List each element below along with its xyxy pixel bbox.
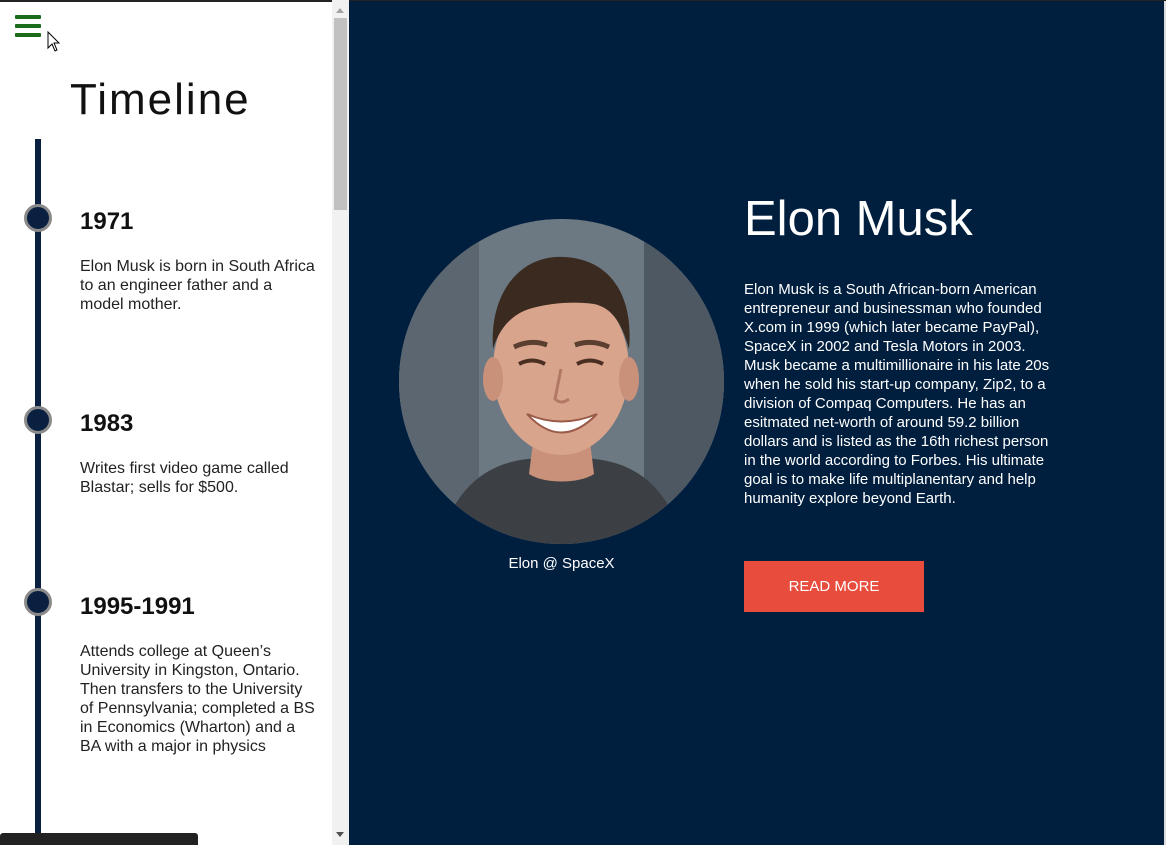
bottom-bar: [0, 833, 198, 845]
scroll-up-arrow-icon[interactable]: [336, 8, 344, 13]
timeline-text: Writes first video game called Blastar; …: [80, 460, 289, 496]
profile-bio: Elon Musk is a South African-born Americ…: [744, 281, 1050, 507]
read-more-button[interactable]: READ MORE: [744, 561, 924, 612]
sidebar-scrollbar[interactable]: [332, 0, 349, 845]
sidebar-title: Timeline: [70, 75, 251, 124]
mouse-cursor-icon: [47, 31, 61, 52]
timeline-year: 1995-1991: [80, 593, 195, 620]
portrait-illustration: [399, 219, 724, 544]
scroll-thumb[interactable]: [334, 18, 347, 210]
profile-main: Elon @ SpaceX Elon Musk Elon Musk is a S…: [349, 0, 1166, 845]
portrait-caption: Elon @ SpaceX: [508, 555, 615, 572]
timeline-year: 1971: [80, 208, 134, 235]
hamburger-menu-icon[interactable]: [15, 15, 41, 37]
timeline-year: 1983: [80, 410, 134, 437]
timeline-text: Attends college at Queen’s University in…: [80, 643, 315, 755]
timeline-sidebar: Timeline 1971 Elon Musk is born in South…: [0, 0, 332, 845]
timeline-dot: [24, 204, 52, 232]
timeline-text: Elon Musk is born in South Africa to an …: [80, 258, 315, 313]
timeline-dot: [24, 406, 52, 434]
timeline-line: [35, 139, 41, 845]
scroll-down-arrow-icon[interactable]: [336, 832, 344, 837]
profile-name: Elon Musk: [744, 192, 973, 246]
timeline-dot: [24, 588, 52, 616]
profile-portrait: [399, 219, 724, 544]
